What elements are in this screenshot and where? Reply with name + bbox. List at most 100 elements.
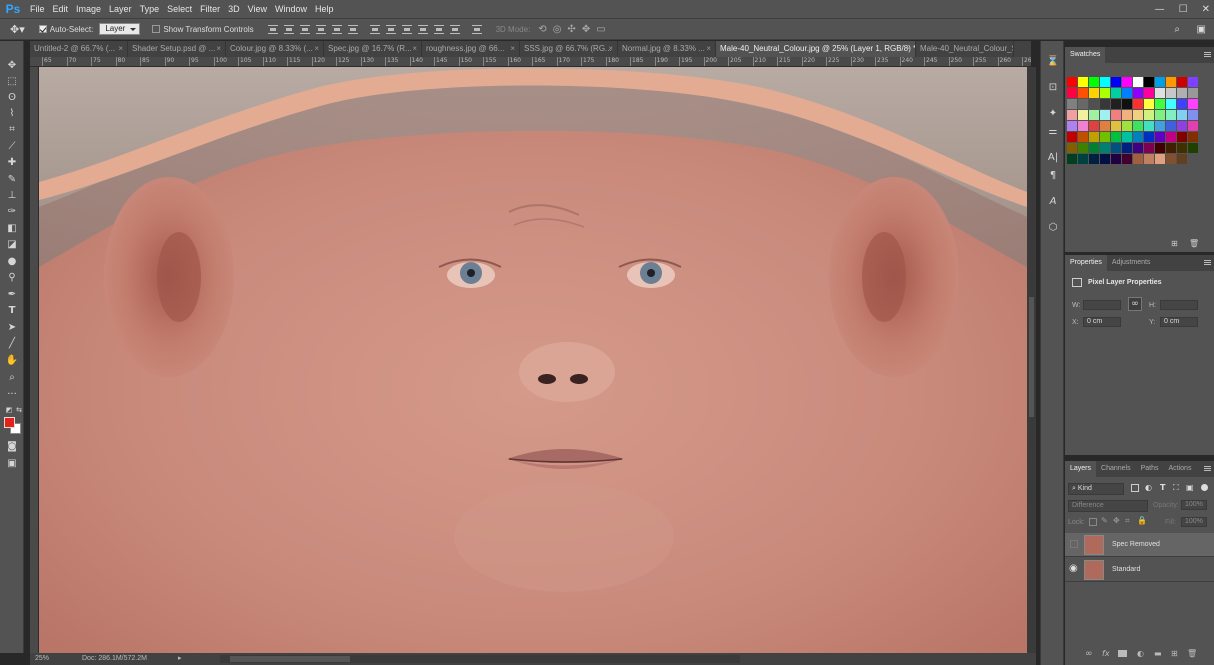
eye-icon[interactable]: ◉ [1069,563,1078,574]
swatch-color[interactable] [1177,132,1188,143]
tab-swatches[interactable]: Swatches [1065,47,1106,63]
swatch-color[interactable] [1078,121,1089,132]
swatch-color[interactable] [1133,132,1144,143]
swatch-color[interactable] [1089,77,1100,88]
link-layers-icon[interactable]: ∞ [1085,649,1093,659]
swatch-color[interactable] [1100,88,1111,99]
swatch-color[interactable] [1089,99,1100,110]
swatch-color[interactable] [1089,121,1100,132]
fill-field[interactable]: 100% [1181,517,1207,527]
document-tab[interactable]: Untitled-2 @ 66.7% (... × [30,41,128,57]
document-tab[interactable]: SSS.jpg @ 66.7% (RG... × [520,41,618,57]
foreground-color-swatch[interactable] [4,417,15,428]
swatch-color[interactable] [1089,110,1100,121]
swatch-color[interactable] [1100,121,1111,132]
eraser-tool-icon[interactable]: ◧ [5,222,19,235]
swatch-color[interactable] [1100,99,1111,110]
document-tab[interactable]: roughness.jpg @ 66... × [422,41,520,57]
swatch-color[interactable] [1089,132,1100,143]
auto-select-dropdown[interactable]: Layer [99,23,141,35]
swatch-color[interactable] [1144,121,1155,132]
swatch-color[interactable] [1188,88,1199,99]
history-panel-icon[interactable]: ⌛ [1046,55,1060,69]
swatch-color[interactable] [1067,154,1078,165]
swatch-color[interactable] [1100,132,1111,143]
swatch-color[interactable] [1111,143,1122,154]
layer-row-standard[interactable]: ◉ Standard [1065,558,1214,582]
swatch-color[interactable] [1155,132,1166,143]
menu-layer[interactable]: Layer [105,0,136,18]
swatch-color[interactable] [1166,143,1177,154]
swatch-color[interactable] [1100,77,1111,88]
menu-edit[interactable]: Edit [49,0,73,18]
hand-tool-icon[interactable]: ✋ [5,354,19,367]
add-mask-icon[interactable] [1118,650,1127,657]
link-dimensions-icon[interactable]: ∞ [1128,297,1142,311]
close-tab-icon[interactable]: × [510,41,515,57]
swatch-color[interactable] [1133,154,1144,165]
swatch-color[interactable] [1166,110,1177,121]
document-tab[interactable]: Spec.jpg @ 16.7% (R... × [324,41,422,57]
swatch-color[interactable] [1133,88,1144,99]
x-field[interactable]: 0 cm [1083,317,1121,327]
swatch-color[interactable] [1177,88,1188,99]
swap-colors-icon[interactable]: ⇆ [12,404,26,417]
menu-view[interactable]: View [244,0,271,18]
menu-3d[interactable]: 3D [224,0,244,18]
move-tool-preset-icon[interactable]: ✥▾ [10,23,25,36]
swatch-color[interactable] [1177,99,1188,110]
filter-shape-icon[interactable]: ⛶ [1173,483,1179,493]
character-panel-icon[interactable]: A| [1046,151,1060,165]
crop-tool-icon[interactable]: ⌗ [5,123,19,136]
swatch-color[interactable] [1122,121,1133,132]
orbit-3d-icon[interactable]: ⟲ [538,24,546,35]
swatch-color[interactable] [1100,110,1111,121]
swatch-color[interactable] [1078,110,1089,121]
swatch-color[interactable] [1133,143,1144,154]
opacity-field[interactable]: 100% [1181,500,1207,510]
brush-panel-icon[interactable]: ✦ [1046,107,1060,121]
healing-brush-tool-icon[interactable]: ✚ [5,156,19,169]
swatch-color[interactable] [1089,88,1100,99]
swatch-color[interactable] [1078,88,1089,99]
swatch-color[interactable] [1100,143,1111,154]
distribute-vcenter-icon[interactable] [385,24,396,34]
swatch-color[interactable] [1166,99,1177,110]
swatch-color[interactable] [1144,110,1155,121]
swatch-color[interactable] [1067,143,1078,154]
y-field[interactable]: 0 cm [1160,317,1198,327]
lock-pixels-icon[interactable]: ✎ [1101,516,1108,525]
swatch-color[interactable] [1144,154,1155,165]
swatch-color[interactable] [1111,77,1122,88]
swatch-color[interactable] [1144,77,1155,88]
roll-3d-icon[interactable]: ◎ [553,24,562,35]
auto-select-checkbox[interactable]: Auto-Select: [38,25,93,34]
distribute-left-icon[interactable] [417,24,428,34]
more-tools-icon[interactable]: ··· [5,388,19,401]
filter-smart-icon[interactable]: ▣ [1186,483,1194,492]
swatch-color[interactable] [1155,77,1166,88]
swatch-color[interactable] [1188,99,1199,110]
glyphs-panel-icon[interactable]: A [1046,195,1060,209]
auto-align-icon[interactable] [471,24,482,34]
dodge-tool-icon[interactable]: ⚲ [5,271,19,284]
zoom-tool-icon[interactable]: ⌕ [5,371,19,384]
tab-properties[interactable]: Properties [1065,255,1107,271]
swatch-color[interactable] [1155,154,1166,165]
swatch-color[interactable] [1188,77,1199,88]
swatch-color[interactable] [1155,99,1166,110]
align-top-icon[interactable] [267,24,278,34]
properties-panel-icon[interactable]: ⊡ [1046,81,1060,95]
align-bottom-icon[interactable] [299,24,310,34]
swatch-color[interactable] [1177,110,1188,121]
distribute-top-icon[interactable] [369,24,380,34]
menu-image[interactable]: Image [72,0,105,18]
vertical-scrollbar[interactable] [1027,67,1036,653]
lock-position-icon[interactable]: ✥ [1113,516,1120,525]
swatch-color[interactable] [1155,121,1166,132]
close-tab-icon[interactable]: × [608,41,613,57]
document-tab[interactable]: Male-40_Neutral_Colour.jpg @ 25% (Layer … [716,41,916,57]
new-group-icon[interactable]: ▬ [1154,649,1162,658]
screen-mode-icon[interactable]: ▣ [5,457,19,470]
move-tool-icon[interactable]: ✥ [5,59,19,72]
